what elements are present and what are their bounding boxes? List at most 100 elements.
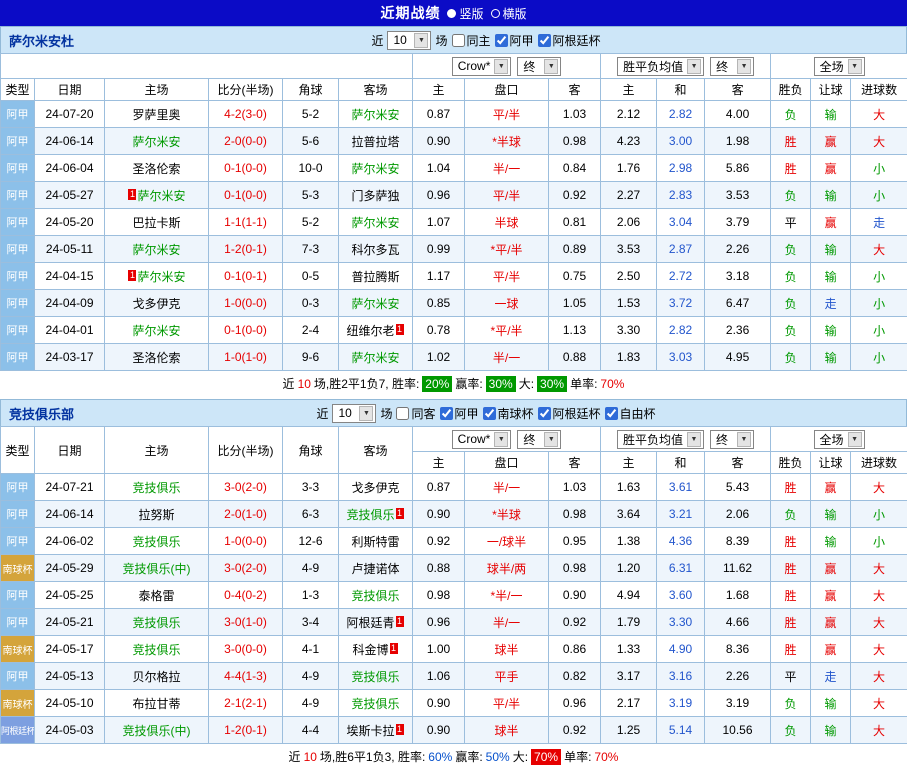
corner-cell: 3-4 [283,609,339,636]
score-cell: 1-0(0-0) [209,528,283,555]
match-date: 24-05-21 [35,609,105,636]
column-header: 主 [413,79,465,101]
home-team-cell: 1萨尔米安 [105,263,209,290]
column-header: 客 [549,79,601,101]
odds-stage-select[interactable]: 终▼ [710,430,754,449]
result-wdl: 负 [771,690,811,717]
radio-horizontal-label: 横版 [503,5,527,22]
ah-away-odds: 1.05 [549,290,601,317]
home-win-odds: 2.17 [601,690,657,717]
match-count-select[interactable]: 10▼ [387,31,431,50]
bookmaker-stage-select[interactable]: 终▼ [517,430,561,449]
score-cell: 0-1(0-1) [209,263,283,290]
filter-checkbox-input[interactable] [440,407,453,420]
column-header: 类型 [1,79,35,101]
ah-line: 平/半 [465,182,549,209]
result-handicap: 输 [811,717,851,744]
team-name: 竞技俱乐 [132,481,180,495]
column-header: 进球数 [851,452,907,474]
filter-games-label: 场 [435,32,447,49]
column-header: 比分(半场) [209,427,283,474]
draw-odds: 4.90 [657,636,705,663]
result-goals: 小 [851,290,907,317]
odds-type-select[interactable]: 胜平负均值▼ [617,430,704,449]
filter-checkbox[interactable]: 南球杯 [483,405,534,422]
draw-odds: 3.61 [657,474,705,501]
filter-checkbox-input[interactable] [483,407,496,420]
scope-select[interactable]: 全场▼ [814,430,865,449]
filter-checkbox[interactable]: 阿甲 [440,405,479,422]
filter-checkbox-input[interactable] [538,34,551,47]
column-header: 盘口 [465,79,549,101]
match-row: 阿甲24-05-25泰格雷0-4(0-2)1-3竞技俱乐0.98*半/一0.90… [1,582,907,609]
corner-cell: 1-3 [283,582,339,609]
away-win-odds: 5.43 [705,474,771,501]
summary-part: 50% [486,750,510,764]
team-name: 利斯特雷 [351,535,399,549]
odds-stage-select[interactable]: 终▼ [710,57,754,76]
match-row: 阿甲24-06-02竞技俱乐1-0(0-0)12-6利斯特雷0.92一/球半0.… [1,528,907,555]
layout-radio-vertical[interactable]: 竖版 [447,5,483,22]
team-name: 圣洛伦索 [132,351,180,365]
scope-select[interactable]: 全场▼ [814,57,865,76]
filter-checkbox-input[interactable] [396,407,409,420]
filter-checkbox[interactable]: 同客 [396,405,435,422]
ah-home-odds: 0.96 [413,609,465,636]
team-name: 罗萨里奥 [132,108,180,122]
match-row: 阿甲24-03-17圣洛伦索1-0(1-0)9-6萨尔米安1.02半/一0.88… [1,344,907,371]
home-team-cell: 拉努斯 [105,501,209,528]
filter-checkbox[interactable]: 阿根廷杯 [538,32,601,49]
bookmaker-select[interactable]: Crow*▼ [452,57,512,76]
bookmaker-select[interactable]: Crow*▼ [452,430,512,449]
match-count-select[interactable]: 10▼ [332,404,376,423]
home-team-cell: 萨尔米安 [105,317,209,344]
away-win-odds: 8.36 [705,636,771,663]
home-team-cell: 巴拉卡斯 [105,209,209,236]
chevron-down-icon: ▼ [848,59,862,74]
ah-line: *平/半 [465,317,549,344]
away-win-odds: 11.62 [705,555,771,582]
chevron-down-icon: ▼ [737,59,751,74]
filter-checkbox-input[interactable] [495,34,508,47]
ah-line: 球半 [465,717,549,744]
filter-checkbox-input[interactable] [605,407,618,420]
team-name: 竞技俱乐 [346,508,394,522]
filter-checkbox-label: 南球杯 [498,405,534,422]
competition-type: 南球杯 [1,636,35,663]
competition-type: 阿甲 [1,528,35,555]
filter-checkbox[interactable]: 阿甲 [495,32,534,49]
away-win-odds: 2.36 [705,317,771,344]
score-cell: 1-0(1-0) [209,344,283,371]
summary-part: 场,胜6平1负3, 胜率: [320,748,425,765]
corner-cell: 4-9 [283,663,339,690]
red-card-badge: 1 [396,508,404,519]
column-header: 客场 [339,79,413,101]
away-team-cell: 阿根廷青1 [339,609,413,636]
filter-checkbox[interactable]: 自由杯 [605,405,656,422]
team-name: 阿根廷青 [346,616,394,630]
result-goals: 大 [851,663,907,690]
filter-checkbox[interactable]: 阿根廷杯 [538,405,601,422]
result-wdl: 胜 [771,609,811,636]
filter-checkbox-input[interactable] [538,407,551,420]
match-row: 阿甲24-05-271萨尔米安0-1(0-0)5-3门多萨独0.96平/半0.9… [1,182,907,209]
result-goals: 小 [851,344,907,371]
ah-home-odds: 0.85 [413,290,465,317]
home-team-cell: 泰格雷 [105,582,209,609]
odds-type-controls: 胜平负均值▼ 终▼ [601,427,771,452]
ah-home-odds: 1.17 [413,263,465,290]
filter-checkbox[interactable]: 同主 [452,32,491,49]
result-goals: 大 [851,101,907,128]
away-team-cell: 卢捷诺体 [339,555,413,582]
ah-away-odds: 0.95 [549,528,601,555]
odds-type-select[interactable]: 胜平负均值▼ [617,57,704,76]
result-goals: 大 [851,236,907,263]
filter-checkbox-input[interactable] [452,34,465,47]
result-goals: 大 [851,555,907,582]
match-date: 24-05-11 [35,236,105,263]
summary-part: 10 [304,750,317,764]
bookmaker-stage-select[interactable]: 终▼ [517,57,561,76]
layout-radio-horizontal[interactable]: 横版 [491,5,527,22]
radio-vertical-label: 竖版 [459,5,483,22]
corner-cell: 5-6 [283,128,339,155]
